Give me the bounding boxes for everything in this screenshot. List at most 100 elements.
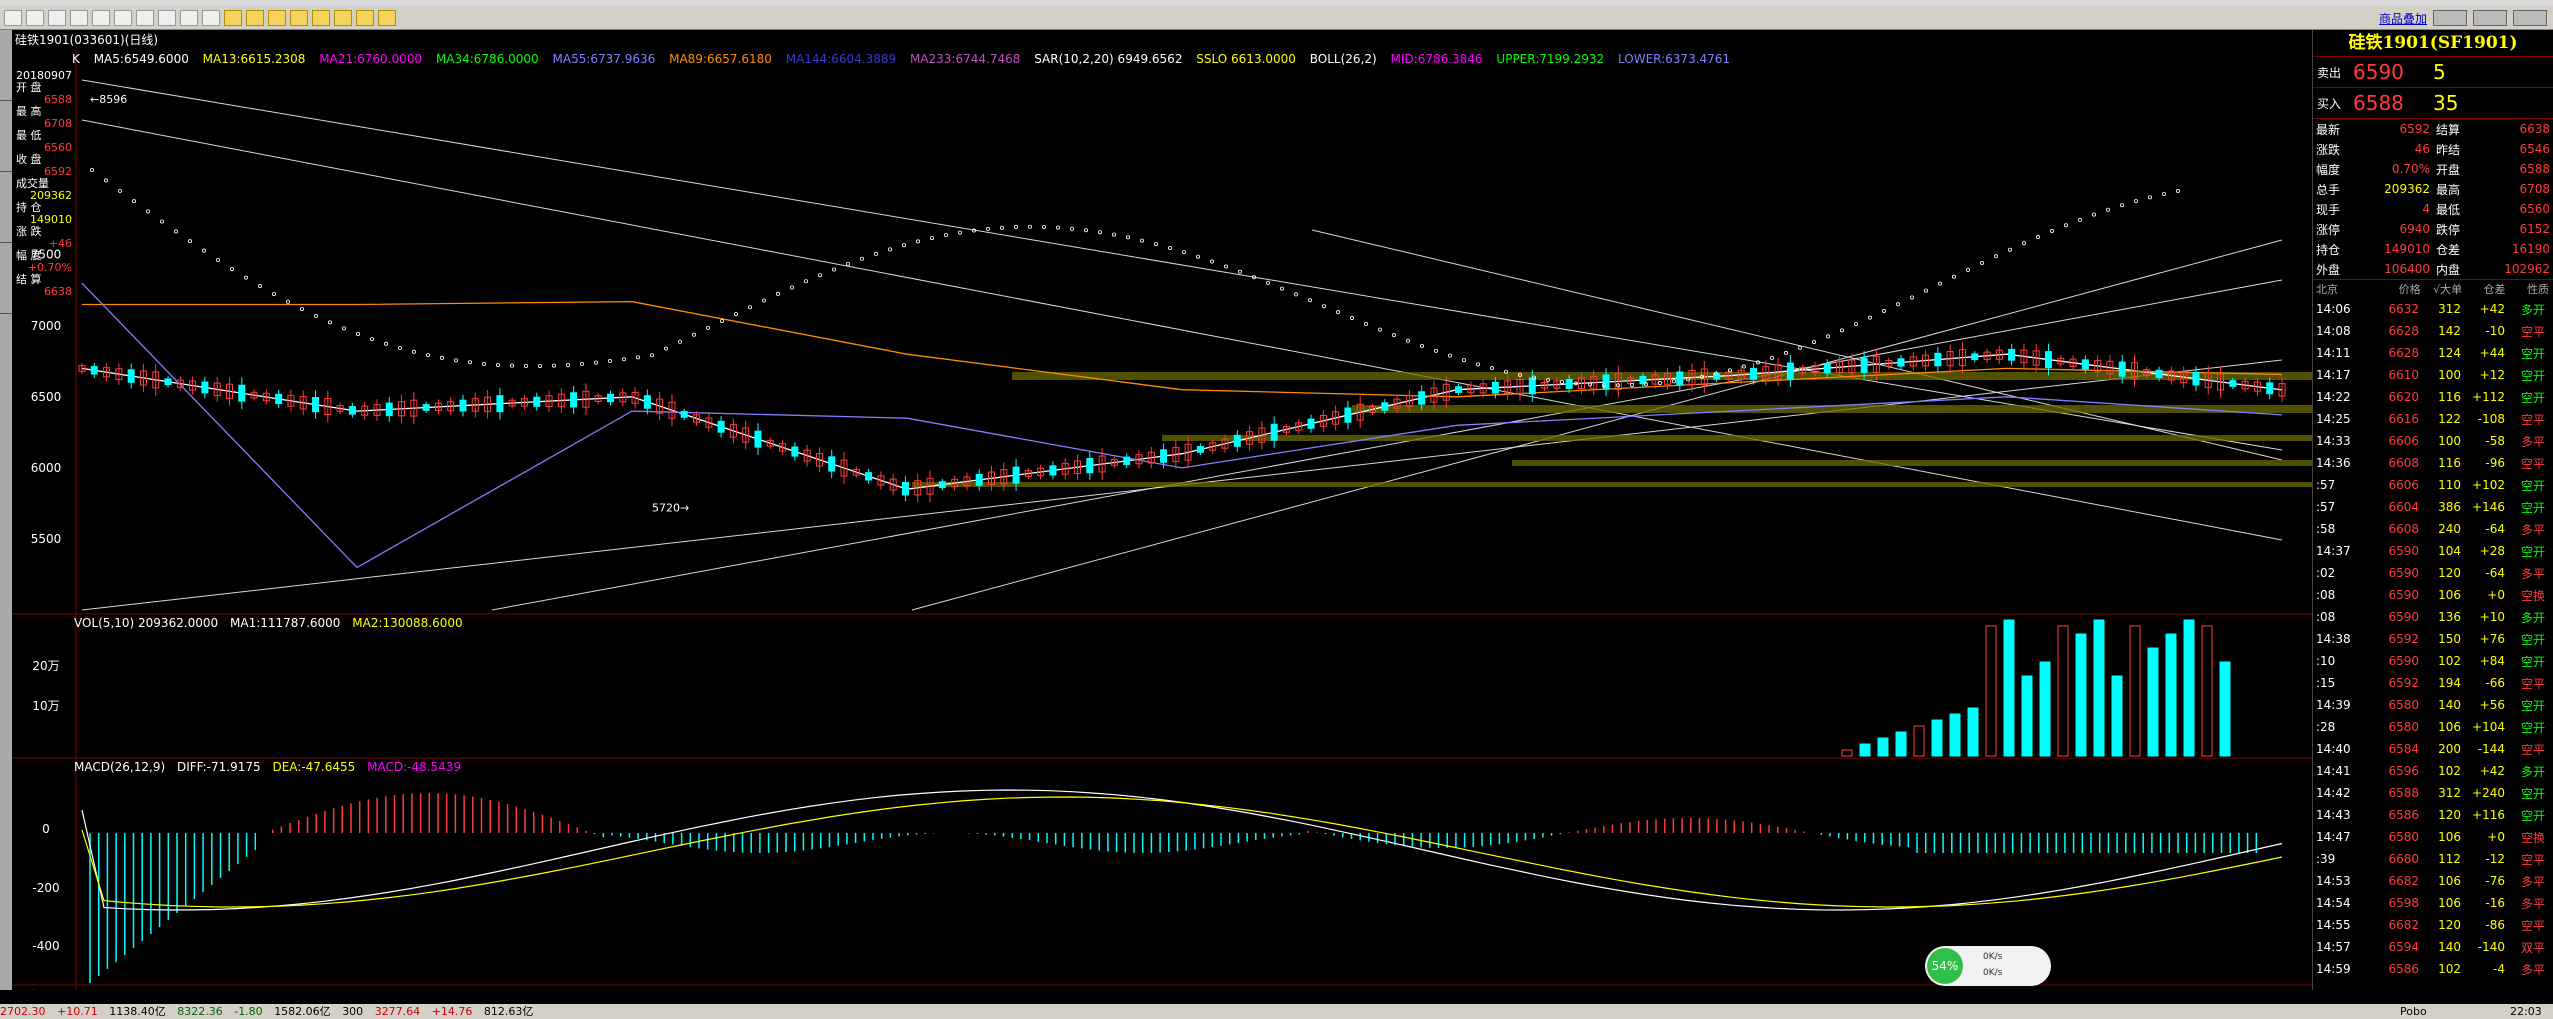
tick-cell: -16 [2485, 896, 2505, 910]
quote-value: 0.70% [2391, 162, 2430, 176]
tick-cell: 194 [2438, 676, 2461, 690]
tick-row: :10 6590 102 +84 空开 [2313, 650, 2553, 672]
tick-cell: 14:25 [2316, 412, 2351, 426]
tick-header-cell: 性质 [2527, 283, 2549, 296]
tick-row: :15 6592 194 -66 空平 [2313, 672, 2553, 694]
tick-header-cell: √大单 [2433, 283, 2463, 296]
legend-upper: UPPER:7199.2932 [1496, 52, 1605, 66]
tick-cell: 多平 [2520, 522, 2545, 537]
tick-cell: :57 [2316, 500, 2336, 514]
indicator-icon[interactable] [202, 9, 220, 26]
candle-body [938, 481, 946, 488]
side-tab-2[interactable] [0, 101, 12, 172]
tick-cell: 106 [2438, 874, 2461, 888]
period-1m-button[interactable] [290, 9, 308, 26]
side-tab-4[interactable] [0, 243, 12, 314]
ask-row: 卖出 6590 5 [2313, 57, 2553, 88]
candle-body [1786, 362, 1794, 380]
period-5m-button[interactable] [312, 9, 330, 26]
candle-body [1344, 407, 1352, 423]
side-tabs [0, 30, 12, 990]
volume-bar [2093, 619, 2105, 757]
tick-cell: -96 [2485, 456, 2505, 470]
tick-cell: 14:53 [2316, 874, 2351, 888]
overlay-link[interactable]: 商品叠加 [2379, 10, 2427, 27]
tick-cell: +28 [2479, 544, 2505, 558]
tick-cell: 120 [2438, 918, 2461, 932]
tick-cell: 多平 [2520, 874, 2545, 889]
candle-body [2229, 380, 2237, 387]
period-day-button[interactable] [224, 9, 242, 26]
tick-cell: -144 [2477, 742, 2505, 756]
tool-icon[interactable] [158, 9, 176, 26]
candle-body [1307, 418, 1315, 429]
bid-label: 买入 [2317, 96, 2342, 111]
tick-cell: 空平 [2520, 852, 2545, 867]
tick-cell: 6590 [2388, 544, 2419, 558]
forward-icon[interactable] [48, 9, 66, 26]
tick-cell: 386 [2438, 500, 2461, 514]
grid-icon[interactable] [180, 9, 198, 26]
tick-row: :28 6580 106 +104 空开 [2313, 716, 2553, 738]
tick-cell: 6580 [2388, 698, 2419, 712]
main-legend: K MA5:6549.6000 MA13:6615.2308 MA21:6760… [72, 52, 1740, 68]
legend-ma13: MA13:6615.2308 [202, 52, 306, 66]
zoom-in-button[interactable] [2473, 10, 2507, 26]
tick-cell: 120 [2438, 566, 2461, 580]
candle-body [1971, 353, 1979, 361]
bar-info-box: 20180907 开 盘 6588 最 高 6708 最 低 6560 收 盘 … [12, 70, 76, 298]
tick-cell: 150 [2438, 632, 2461, 646]
zoom-out-button[interactable] [2433, 10, 2467, 26]
quote-label: 结算 [2435, 122, 2460, 137]
tick-cell: :58 [2316, 522, 2336, 536]
x-tick-start: 201801 [82, 989, 124, 990]
tick-cell: :57 [2316, 478, 2336, 492]
back-icon[interactable] [26, 9, 44, 26]
candle-body [754, 430, 762, 448]
tick-cell: 多平 [2520, 566, 2545, 581]
candle-body [1233, 434, 1241, 447]
status-index1: 2702.30 [0, 1005, 46, 1018]
volume-bar [1859, 743, 1871, 757]
tick-cell: -86 [2485, 918, 2505, 932]
legend-mid: MID:6786.3846 [1390, 52, 1483, 66]
volume-bar [1949, 713, 1961, 757]
search-icon[interactable] [70, 9, 88, 26]
tick-cell: -10 [2485, 324, 2505, 338]
candle-body [865, 472, 873, 481]
candle-body [1049, 465, 1057, 476]
period-30m-button[interactable] [356, 9, 374, 26]
tick-cell: 6628 [2388, 346, 2419, 360]
chart-icon[interactable] [136, 9, 154, 26]
zoom-icon[interactable] [92, 9, 110, 26]
chart-top-controls: 商品叠加 [2379, 6, 2553, 30]
tick-row: :57 6606 110 +102 空开 [2313, 474, 2553, 496]
network-speed-widget[interactable]: 54% 0K/s 0K/s [1925, 946, 2051, 986]
candle-body [1196, 446, 1204, 453]
tick-cell: +12 [2479, 368, 2505, 382]
period-60m-button[interactable] [378, 9, 396, 26]
candle-body [348, 406, 356, 415]
status-brand: Pobo [2400, 1005, 2427, 1018]
bid-price: 6588 [2353, 91, 2404, 115]
side-tab-3[interactable] [0, 172, 12, 243]
candle-body [1418, 391, 1426, 405]
tick-row: 14:59 6586 102 -4 多平 [2313, 958, 2553, 980]
kline-chart[interactable]: ←85965720→ 7500700065006000550020万10万0-2… [12, 30, 2312, 990]
tick-cell: 312 [2438, 786, 2461, 800]
period-15m-button[interactable] [334, 9, 352, 26]
side-tab-1[interactable] [0, 30, 12, 101]
edit-icon[interactable] [114, 9, 132, 26]
period-month-button[interactable] [268, 9, 286, 26]
layout-button[interactable] [2513, 10, 2547, 26]
candle-body [1897, 358, 1905, 367]
tick-cell: 空平 [2520, 412, 2545, 427]
quote-table: 最新 6592 结算 6638 涨跌 46 昨结 6546 幅度 0.70% 开盘 6588 总手 209… [2313, 119, 2553, 279]
quote-row: 总手 209362 最高 6708 [2313, 179, 2553, 199]
quote-value: 4 [2422, 202, 2430, 216]
volume-legend: VOL(5,10) 209362.0000 MA1:111787.6000 MA… [74, 616, 471, 630]
home-icon[interactable] [4, 9, 22, 26]
candle-body [2118, 361, 2126, 377]
tick-list[interactable]: 14:06 6632 312 +42 多开 14:08 6628 142 -10 空平 14:11 6… [2313, 298, 2553, 980]
period-week-button[interactable] [246, 9, 264, 26]
